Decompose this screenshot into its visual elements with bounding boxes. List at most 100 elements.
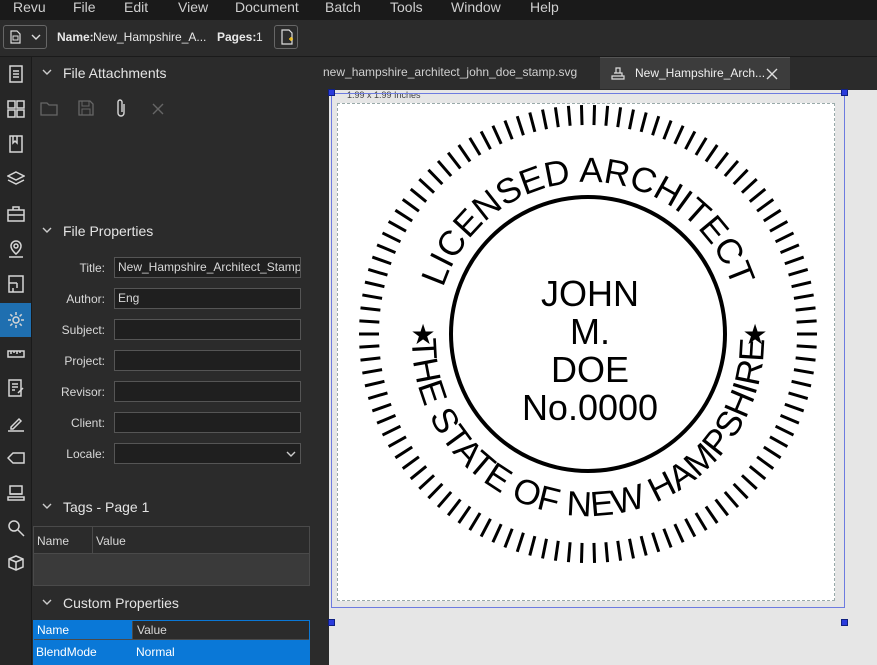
search-tab[interactable] xyxy=(0,513,31,543)
stamp-tick xyxy=(436,159,453,178)
file-properties-title: File Properties xyxy=(63,223,154,239)
menu-tools[interactable]: Tools xyxy=(390,0,423,16)
menu-help[interactable]: Help xyxy=(530,0,559,16)
stamp-tick xyxy=(779,413,800,425)
tab-stamp-file[interactable]: New_Hampshire_Arch... xyxy=(600,57,790,89)
custom-col-name[interactable]: Name xyxy=(37,623,69,637)
stamp-tick xyxy=(394,208,413,223)
stamp-tick xyxy=(371,255,392,266)
menu-revu[interactable]: Revu xyxy=(13,0,46,16)
places-tab[interactable] xyxy=(0,234,31,264)
resize-handle-bottom-left[interactable] xyxy=(328,619,335,626)
stamp-tick xyxy=(714,498,730,517)
chevron-down-icon xyxy=(31,34,41,40)
menu-file[interactable]: File xyxy=(73,0,96,16)
paperclip-icon[interactable] xyxy=(114,98,128,118)
menu-document[interactable]: Document xyxy=(235,0,299,16)
locale-select[interactable] xyxy=(114,443,301,464)
stamp-tick xyxy=(651,115,661,136)
stamp-line-3: DOE xyxy=(551,349,629,390)
stamp-tick xyxy=(491,523,503,543)
stamps-tab[interactable] xyxy=(0,478,31,508)
toolchest-tab[interactable] xyxy=(0,199,31,229)
close-tab-icon[interactable] xyxy=(766,68,778,80)
custom-properties-table: Name Value BlendMode Normal xyxy=(33,620,310,665)
title-field[interactable]: New_Hampshire_Architect_Stamp xyxy=(114,257,301,278)
custom-row-value[interactable]: Normal xyxy=(136,645,175,659)
stamp-tick xyxy=(662,528,673,548)
subject-field[interactable] xyxy=(114,319,301,340)
stamp-tick xyxy=(491,125,503,145)
stamp-tick xyxy=(740,178,758,194)
project-field[interactable] xyxy=(114,350,301,371)
tags-table-body xyxy=(34,554,309,585)
stamp-tick xyxy=(604,105,610,126)
tags-col-name[interactable]: Name xyxy=(37,534,69,548)
floorplan-icon xyxy=(7,275,24,293)
document-menu-button[interactable] xyxy=(3,25,47,49)
shapes-tab[interactable] xyxy=(0,548,31,578)
markups-tab[interactable] xyxy=(0,373,31,403)
tags-tab[interactable] xyxy=(0,443,31,473)
properties-tab[interactable] xyxy=(0,303,31,337)
tab-svg-file[interactable]: new_hampshire_architect_john_doe_stamp.s… xyxy=(313,57,600,89)
stamp-tick xyxy=(694,137,708,156)
add-page-button[interactable] xyxy=(274,25,298,49)
close-icon[interactable] xyxy=(151,102,165,116)
custom-table-header: Name Value xyxy=(34,621,309,640)
page-canvas[interactable]: 1.99 x 1.99 Inches LICENSED ARCHITECT TH… xyxy=(328,89,877,665)
tags-col-value[interactable]: Value xyxy=(96,534,126,548)
file-properties-header[interactable]: File Properties xyxy=(32,220,313,244)
file-attachments-header[interactable]: File Attachments xyxy=(32,62,313,86)
stamp-tick xyxy=(436,490,453,509)
stamp-tick xyxy=(723,159,740,178)
layers-tab[interactable] xyxy=(0,164,31,194)
tab-svg-file-label: new_hampshire_architect_john_doe_stamp.s… xyxy=(323,65,578,79)
measurements-tab[interactable] xyxy=(0,339,31,369)
menu-window[interactable]: Window xyxy=(451,0,501,16)
stamp-tick xyxy=(566,105,572,126)
save-icon[interactable] xyxy=(77,99,95,117)
menu-batch[interactable]: Batch xyxy=(325,0,361,16)
open-folder-icon[interactable] xyxy=(40,100,58,116)
tags-title: Tags - Page 1 xyxy=(63,499,150,515)
table-row[interactable]: BlendMode Normal xyxy=(34,640,309,664)
stamp-tick xyxy=(791,379,812,388)
stamp-tick xyxy=(515,532,525,553)
stamp-tick xyxy=(639,535,648,556)
spaces-tab[interactable] xyxy=(0,269,31,299)
tags-header[interactable]: Tags - Page 1 xyxy=(32,496,313,520)
stamp-tick xyxy=(628,109,635,130)
stamp-page: LICENSED ARCHITECT THE STATE OF NEW HAMP… xyxy=(337,103,835,601)
signatures-tab[interactable] xyxy=(0,408,31,438)
stamp-tick xyxy=(387,435,407,448)
grid-tab[interactable] xyxy=(0,94,31,124)
author-field[interactable]: Eng xyxy=(114,288,301,309)
resize-handle-top-right[interactable] xyxy=(841,89,848,96)
custom-col-value[interactable]: Value xyxy=(137,623,167,637)
resize-handle-bottom-right[interactable] xyxy=(841,619,848,626)
gear-icon xyxy=(7,312,24,328)
ruler-icon xyxy=(6,350,25,358)
custom-properties-header[interactable]: Custom Properties xyxy=(32,592,313,616)
stamp-tick xyxy=(418,178,436,194)
menu-view[interactable]: View xyxy=(178,0,208,16)
client-field[interactable] xyxy=(114,412,301,433)
stamp-tick xyxy=(579,105,584,126)
stamp-tick xyxy=(362,293,383,300)
stamp-tick xyxy=(592,542,597,563)
bookmarks-tab[interactable] xyxy=(0,129,31,159)
revisor-field[interactable] xyxy=(114,381,301,402)
stamp-tick xyxy=(788,268,809,277)
thumbnails-tab[interactable] xyxy=(0,59,31,89)
menu-edit[interactable]: Edit xyxy=(124,0,148,16)
stamp-tick xyxy=(756,455,775,470)
stamp-tick xyxy=(791,280,812,289)
stamp-tick xyxy=(360,356,381,362)
resize-handle-top-left[interactable] xyxy=(328,89,335,96)
stamp-tick xyxy=(371,402,392,413)
stamp-tick xyxy=(376,243,397,255)
tags-table: Name Value xyxy=(33,526,310,586)
stamp-tick xyxy=(418,474,436,490)
stamp-tick xyxy=(795,356,816,362)
